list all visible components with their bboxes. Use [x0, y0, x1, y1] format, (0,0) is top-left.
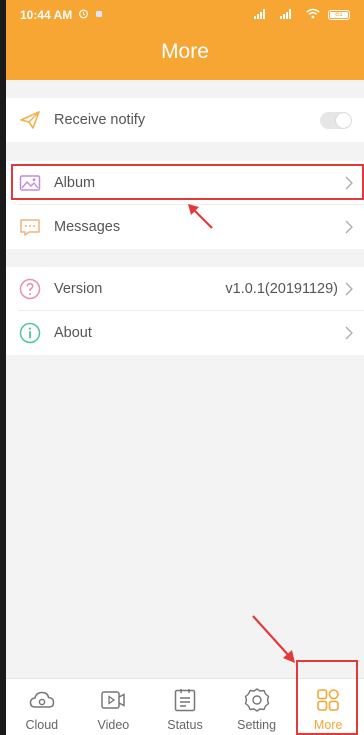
- status-right: 81: [254, 8, 350, 22]
- about-label: About: [54, 325, 92, 341]
- info-group: Version v1.0.1(20191129) About: [6, 267, 364, 355]
- page-title: More: [161, 40, 209, 63]
- album-icon: [18, 171, 42, 195]
- signal-icon-2: [280, 8, 298, 22]
- messages-icon: [18, 215, 42, 239]
- tab-label: Video: [97, 718, 130, 732]
- tab-label: Setting: [237, 718, 277, 732]
- wifi-icon: [306, 8, 320, 22]
- alarm-icon: [78, 8, 89, 22]
- status-icon: [174, 689, 196, 712]
- question-circle-icon: [18, 277, 42, 301]
- status-time: 10:44 AM: [20, 8, 73, 22]
- chevron-right-icon: [345, 220, 353, 234]
- tab-label: Cloud: [25, 718, 59, 732]
- version-label: Version: [54, 281, 103, 297]
- messages-row[interactable]: Messages: [6, 205, 364, 249]
- setting-icon: [244, 688, 269, 712]
- annotation-arrow-icon: [188, 204, 213, 229]
- album-label: Album: [54, 175, 96, 191]
- paper-plane-icon: [18, 108, 42, 132]
- chevron-right-icon: [345, 326, 353, 340]
- tab-more[interactable]: More: [292, 679, 364, 735]
- version-value: v1.0.1(20191129): [225, 281, 338, 297]
- bottom-tab-bar: Cloud Video Status Setting More: [6, 678, 364, 735]
- tab-cloud[interactable]: Cloud: [6, 679, 78, 735]
- battery-level: 81: [335, 11, 343, 18]
- status-bar: 10:44 AM 81: [6, 0, 364, 30]
- receive-notify-toggle[interactable]: [320, 111, 352, 129]
- tab-status[interactable]: Status: [149, 679, 221, 735]
- signal-icon: [254, 8, 272, 22]
- receive-notify-label: Receive notify: [54, 112, 146, 128]
- chevron-right-icon: [345, 282, 353, 296]
- media-group: Album Messages: [6, 161, 364, 249]
- info-circle-icon: [18, 321, 42, 345]
- notify-group: Receive notify: [6, 98, 364, 142]
- annotation-arrow-icon: [252, 615, 295, 663]
- phone-screen: 10:44 AM 81 More Receive notify Album Me…: [0, 0, 364, 735]
- about-row[interactable]: About: [6, 311, 364, 355]
- tab-label: Status: [167, 718, 203, 732]
- version-row[interactable]: Version v1.0.1(20191129): [6, 267, 364, 311]
- receive-notify-row: Receive notify: [6, 98, 364, 142]
- chevron-right-icon: [345, 176, 353, 190]
- tab-video[interactable]: Video: [78, 679, 150, 735]
- cloud-icon: [29, 691, 55, 708]
- tab-label: More: [313, 718, 343, 732]
- video-icon: [101, 691, 126, 709]
- notification-dot-icon: [95, 9, 103, 21]
- battery-icon: 81: [328, 10, 350, 20]
- app-header: 10:44 AM 81 More: [6, 0, 364, 80]
- album-row[interactable]: Album: [6, 161, 364, 205]
- messages-label: Messages: [54, 219, 121, 235]
- tab-setting[interactable]: Setting: [221, 679, 293, 735]
- more-grid-icon: [317, 689, 339, 711]
